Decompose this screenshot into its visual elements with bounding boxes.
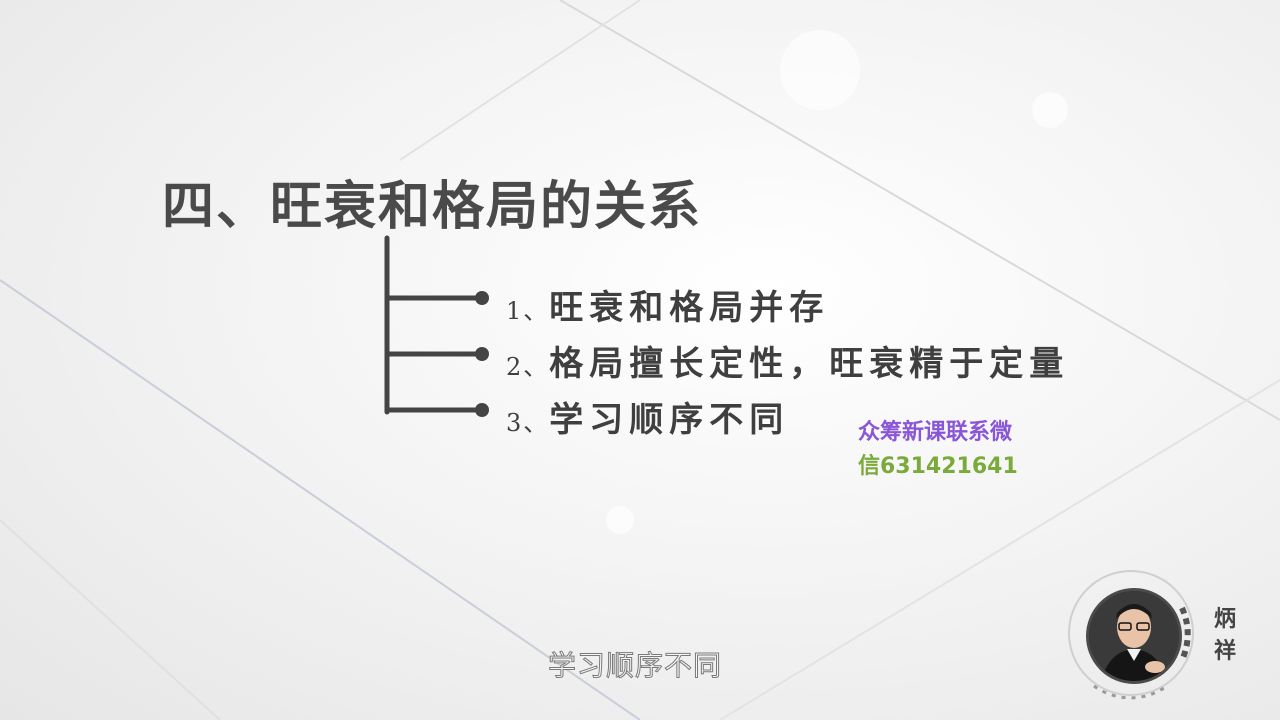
outline-item-number: 1、	[506, 297, 550, 325]
tree-node-1	[475, 291, 489, 305]
watermark-line-1: 众筹新课联系微	[858, 420, 1013, 445]
outline-item-1: 1、旺衰和格局并存	[506, 280, 829, 329]
presenter-name-char-1: 炳	[1213, 607, 1236, 632]
outline-item-text: 学习顺序不同	[549, 400, 790, 440]
outline-item-number: 2、	[506, 353, 550, 381]
outline-item-text: 格局擅长定性，旺衰精于定量	[549, 344, 1070, 384]
outline-item-3: 3、学习顺序不同	[506, 392, 789, 441]
video-subtitle: 学习顺序不同	[547, 649, 723, 683]
outline-item-2: 2、格局擅长定性，旺衰精于定量	[506, 336, 1069, 385]
tree-node-2	[475, 347, 489, 361]
presenter-avatar-frame	[1064, 568, 1202, 706]
person-icon	[1089, 591, 1179, 681]
watermark-line-2: 信631421641	[858, 454, 1018, 479]
presenter-name: 炳 祥	[1212, 604, 1238, 668]
outline-item-number: 3、	[506, 409, 550, 437]
presenter-name-char-2: 祥	[1213, 639, 1236, 664]
tree-node-3	[475, 403, 489, 417]
outline-item-text: 旺衰和格局并存	[549, 288, 830, 328]
avatar	[1086, 588, 1182, 684]
watermark: 众筹新课联系微 信631421641	[858, 416, 1018, 484]
